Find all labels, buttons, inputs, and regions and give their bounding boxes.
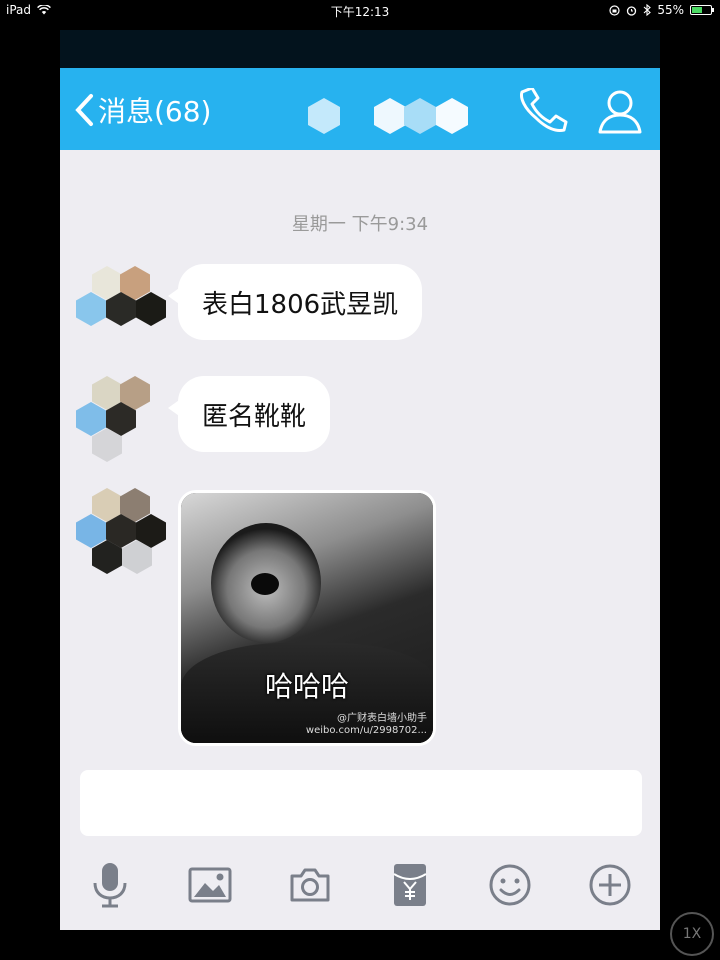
status-right: 55% (609, 3, 714, 17)
chevron-left-icon (75, 94, 93, 126)
app-top-bar (60, 30, 660, 68)
obscure-hex (308, 98, 340, 134)
watermark-line: @广财表白墙小助手 (337, 713, 427, 724)
battery-percent: 55% (657, 3, 684, 17)
chat-timestamp: 星期一 下午9:34 (291, 214, 429, 235)
photo-button[interactable] (186, 861, 234, 909)
battery-icon (690, 5, 714, 15)
obscure-hex (404, 98, 436, 134)
message-text: 表白1806武昱凯 (202, 289, 399, 320)
sender-avatar-obscured[interactable] (68, 484, 168, 594)
obscure-hex (76, 514, 106, 548)
emoji-button[interactable] (486, 861, 534, 909)
back-label: 消息(68) (98, 95, 212, 128)
meme-caption: 哈哈哈 (264, 670, 349, 703)
sender-avatar-obscured[interactable] (68, 262, 168, 372)
camera-button[interactable] (286, 861, 334, 909)
microphone-icon (93, 863, 127, 908)
status-bar: iPad 下午12:13 55% (0, 0, 720, 20)
emoji-icon (489, 864, 531, 906)
zoom-button[interactable]: 1X (670, 912, 714, 956)
message-text: 匿名靴靴 (202, 401, 307, 432)
watermark-line: weibo.com/u/2998702... (305, 725, 427, 736)
phone-icon[interactable] (516, 88, 572, 136)
more-button[interactable] (586, 861, 634, 909)
message-bubble[interactable]: 表白1806武昱凯 (167, 264, 423, 340)
back-button[interactable]: 消息(68) (74, 90, 211, 130)
obscure-hex (436, 98, 468, 134)
obscure-hex (374, 98, 406, 134)
lock-rotation-icon (609, 4, 620, 16)
picture-icon (188, 867, 232, 903)
obscure-hex (76, 292, 106, 326)
image-message[interactable]: 哈哈哈 @广财表白墙小助手 weibo.com/u/2998702... (178, 490, 436, 746)
contact-name-obscured (304, 98, 474, 138)
message-input[interactable] (80, 770, 642, 836)
bluetooth-icon (643, 4, 652, 16)
obscure-hex (76, 402, 106, 436)
message-bubble[interactable]: 匿名靴靴 (167, 376, 331, 452)
red-packet-button[interactable] (386, 861, 434, 909)
camera-icon (290, 868, 330, 902)
chat-window: 消息(68) 星期一 下午9:34 表白1806武昱凯 匿名靴靴 哈哈哈 @广财… (60, 30, 660, 930)
nav-bar: 消息(68) (60, 68, 660, 150)
obscure-hex (136, 292, 166, 326)
alarm-icon (627, 5, 637, 16)
weibo-watermark: @广财表白墙小助手 weibo.com/u/2998702... (306, 713, 427, 737)
chat-toolbar (60, 852, 660, 918)
voice-button[interactable] (86, 861, 134, 909)
sender-avatar-obscured[interactable] (68, 372, 168, 482)
plus-icon (589, 864, 631, 906)
meme-photo-mouth (251, 573, 279, 595)
person-icon[interactable] (596, 88, 644, 136)
red-packet-icon (393, 864, 427, 906)
